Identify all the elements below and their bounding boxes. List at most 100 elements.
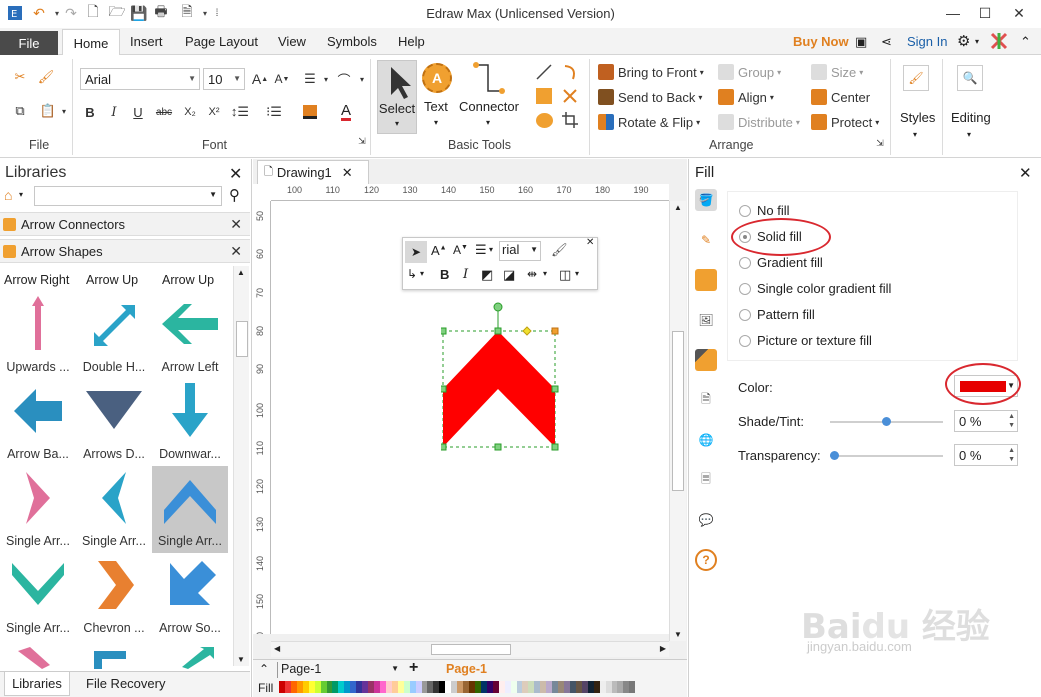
buy-now-link[interactable]: Buy Now [793, 34, 849, 49]
shade-tint-slider[interactable] [830, 417, 943, 426]
arc-tool-icon[interactable] [561, 63, 579, 84]
italic-icon[interactable]: I [104, 102, 124, 122]
tab-libraries[interactable]: Libraries [4, 672, 70, 696]
mini-decrease-font-icon[interactable]: A▼ [453, 243, 468, 257]
library-search-icon[interactable]: ⚲ [229, 186, 240, 204]
resize-handle[interactable] [441, 443, 447, 451]
add-page-icon[interactable]: + [409, 659, 418, 677]
fill-option-no-fill[interactable]: No fill [739, 203, 790, 218]
styles-icon[interactable]: 🖌 [903, 65, 929, 91]
mini-bring-front-icon[interactable]: ◩ [481, 267, 493, 283]
mini-fill-icon[interactable]: ◫ [559, 267, 571, 283]
mini-distribute-dropdown-icon[interactable]: ▾ [543, 269, 547, 278]
close-mini-toolbar-icon[interactable]: ✕ [586, 237, 594, 248]
resize-handle[interactable] [494, 327, 502, 335]
font-dialog-launcher-icon[interactable]: ⇲ [352, 131, 372, 151]
shape-arrow-left[interactable]: Arrow Left [152, 292, 228, 379]
paste-dropdown-icon[interactable]: ▾ [54, 101, 74, 121]
size-button[interactable]: Size ▾ [811, 64, 863, 80]
library-scroll-thumb[interactable] [236, 321, 248, 357]
distribute-button[interactable]: Distribute ▾ [718, 114, 800, 130]
shape-arrows-down[interactable]: Arrows D... [76, 379, 152, 466]
shape-single-arrow-down[interactable]: Single Arr... [0, 553, 76, 640]
mini-bold-icon[interactable]: B [440, 267, 449, 282]
group-button[interactable]: Group ▾ [718, 64, 781, 80]
layer-tab-icon[interactable] [695, 349, 717, 371]
format-painter-icon[interactable]: 🖌 [36, 67, 56, 87]
fill-option-pattern-fill[interactable]: Pattern fill [739, 307, 815, 322]
maximize-icon[interactable]: ☐ [970, 2, 1000, 24]
canvas-hscroll-thumb[interactable] [431, 644, 511, 655]
resize-handle[interactable] [551, 443, 559, 451]
shape-double-headed-arrow[interactable]: Double H... [76, 292, 152, 379]
comment-tab-icon[interactable]: 💬 [695, 509, 717, 531]
mini-distribute-icon[interactable]: ⇹ [527, 267, 537, 281]
page-list-toggle-icon[interactable]: ⌃ [259, 662, 269, 676]
bullets-icon[interactable]: ⁝☰ [264, 102, 284, 122]
connector-tool-label[interactable]: Connector [459, 99, 519, 114]
share-icon[interactable]: ⋖ [881, 34, 892, 50]
rectangle-tool-icon[interactable] [536, 88, 552, 104]
shape-partial-pink[interactable] [16, 647, 56, 672]
arrange-dialog-launcher-icon[interactable]: ⇲ [870, 133, 890, 153]
copy-icon[interactable]: ⧉ [10, 101, 30, 121]
styles-dropdown-icon[interactable]: ▾ [913, 130, 917, 139]
crop-tool-icon[interactable] [561, 111, 579, 132]
transparency-input[interactable]: 0 % ▲ ▼ [954, 444, 1018, 466]
shadow-tab-icon[interactable] [695, 269, 717, 291]
tab-help[interactable]: Help [398, 34, 425, 49]
mini-connector-icon[interactable]: ↳ [407, 267, 417, 281]
shape-single-arrow-up-selected[interactable]: Single Arr... [152, 466, 228, 553]
shape-arrow-southwest[interactable]: Arrow So... [152, 553, 228, 640]
editing-button[interactable]: Editing [951, 110, 991, 125]
increase-font-icon[interactable]: A ▲ [250, 69, 270, 89]
radio-picture-texture[interactable] [739, 334, 751, 347]
rotation-handle[interactable] [493, 302, 503, 312]
close-section-icon[interactable]: ✕ [230, 243, 242, 260]
mini-italic-icon[interactable]: I [463, 267, 468, 282]
radio-gradient-fill[interactable] [739, 256, 751, 269]
shape-partial-green[interactable] [178, 647, 218, 672]
resize-handle[interactable] [551, 327, 559, 335]
library-search-input[interactable]: ▼ [34, 186, 222, 206]
shade-tint-spinner-icon[interactable]: ▲ ▼ [1008, 412, 1015, 430]
active-page-tab[interactable]: Page-1 [446, 662, 487, 676]
shape-chevron[interactable]: Chevron ... [76, 553, 152, 640]
settings-gear-icon[interactable]: ⚙ [957, 32, 970, 50]
bold-icon[interactable]: B [80, 102, 100, 122]
transparency-spinner-icon[interactable]: ▲ ▼ [1008, 446, 1015, 464]
help-tab-icon[interactable]: ? [695, 549, 717, 571]
library-scrollbar[interactable]: ▲ ▼ [233, 266, 249, 666]
ellipse-tool-icon[interactable] [536, 113, 553, 128]
font-name-select[interactable]: Arial ▼ [80, 68, 200, 90]
underline-icon[interactable]: U [128, 102, 148, 122]
close-libraries-icon[interactable]: ✕ [229, 164, 242, 184]
editing-search-icon[interactable]: 🔍 [957, 65, 983, 91]
bring-to-front-button[interactable]: Bring to Front ▾ [598, 64, 704, 80]
send-to-back-button[interactable]: Send to Back ▾ [598, 89, 702, 105]
tab-home[interactable]: Home [62, 29, 120, 56]
fill-tab-icon[interactable]: 🪣 [695, 189, 717, 211]
text-tool-label[interactable]: Text [424, 99, 448, 114]
home-library-dropdown-icon[interactable]: ▾ [19, 190, 23, 199]
library-section-arrow-connectors[interactable]: Arrow Connectors ✕ [0, 212, 250, 236]
tab-file-recovery[interactable]: File Recovery [86, 676, 165, 691]
shape-downwards-arrow[interactable]: Downwar... [152, 379, 228, 466]
shade-tint-input[interactable]: 0 % ▲ ▼ [954, 410, 1018, 432]
close-fill-panel-icon[interactable]: ✕ [1019, 164, 1032, 182]
text-tool-dropdown-icon[interactable]: ▾ [434, 118, 438, 127]
shape-single-arrow-right[interactable]: Single Arr... [0, 466, 76, 553]
canvas-horizontal-scrollbar[interactable]: ◀ ▶ [271, 641, 669, 657]
page-select[interactable]: Page-1 ▼ [277, 662, 401, 678]
data-tab-icon[interactable]: 🗎 [695, 389, 717, 411]
subscript-icon[interactable]: X₂ [180, 102, 200, 122]
image-tab-icon[interactable]: 🖼 [695, 309, 717, 331]
resize-handle[interactable] [441, 385, 447, 393]
close-section-icon[interactable]: ✕ [230, 216, 242, 233]
strikethrough-icon[interactable]: abc [154, 102, 174, 122]
mini-connector-dropdown-icon[interactable]: ▾ [420, 269, 424, 278]
mini-send-back-icon[interactable]: ◪ [503, 267, 515, 283]
mini-increase-font-icon[interactable]: A▲ [431, 243, 447, 258]
document-tab[interactable]: 🗋 Drawing1 ✕ [257, 160, 369, 184]
select-tool-button[interactable]: Select ▾ [377, 60, 417, 134]
